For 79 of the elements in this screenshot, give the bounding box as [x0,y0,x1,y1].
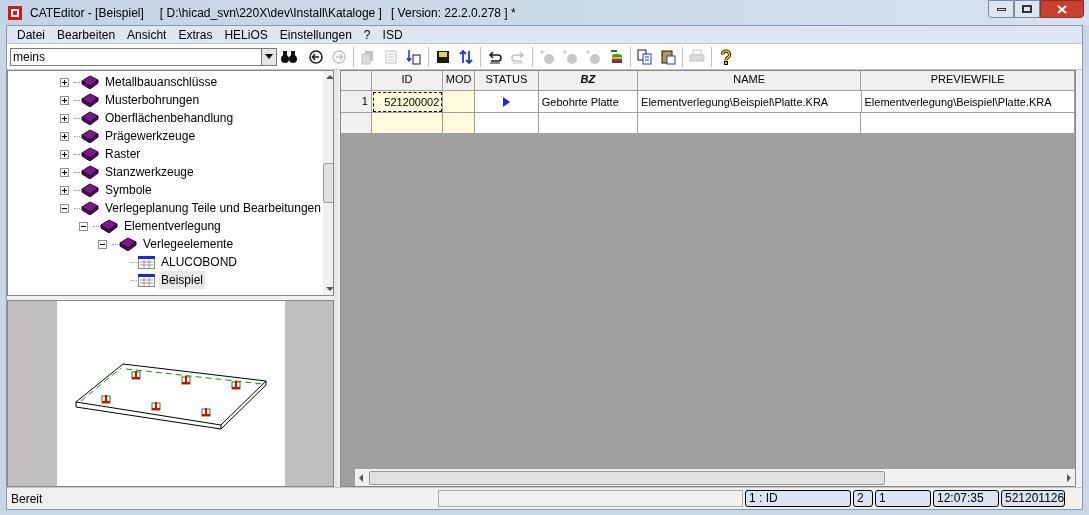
insert-icon [406,48,422,65]
redo-icon [510,48,526,65]
menu-item[interactable]: Einstellungen [273,25,358,44]
collapse-toggle[interactable] [98,239,107,249]
dropdown-button[interactable] [261,47,277,66]
app-logo-icon [8,5,22,20]
status-pane: 1 : ID [745,490,851,507]
tree-item[interactable]: Beispiel [159,271,206,289]
copy-record-icon [360,48,376,65]
expand-toggle[interactable] [60,185,69,195]
back-icon [308,48,324,65]
status-pane: 12:07:35 [933,490,999,507]
db-stack-icon [608,48,624,65]
add-db-icon [562,48,578,65]
expand-toggle[interactable] [60,95,69,105]
print-icon [689,48,705,65]
add-db-icon [585,48,601,65]
table-cell: 521200002 [371,91,444,113]
book-icon [100,219,118,233]
tree-item[interactable]: Metallbauanschlüsse [103,73,220,91]
dropdown-icon [265,54,273,59]
book-icon [81,129,99,143]
minimize-button[interactable] [988,0,1014,18]
book-icon [81,165,99,179]
book-icon [81,183,99,197]
vertical-scrollbar[interactable] [322,71,333,295]
tree-item[interactable]: Prägewerkzeuge [103,127,198,145]
book-icon [81,201,99,215]
expand-toggle[interactable] [60,149,69,159]
book-icon [81,147,99,161]
collapse-toggle[interactable] [60,203,69,213]
row-header[interactable]: 1 [341,91,372,113]
undo-icon [487,48,503,65]
expand-toggle[interactable] [60,113,69,123]
tree-item[interactable]: Raster [103,145,143,163]
tree-item[interactable]: Symbole [103,181,154,199]
catalog-path: [ D:\hicad_svn\220X\dev\Install\Kataloge ] [159,4,382,22]
paste-icon [660,48,676,65]
expand-toggle[interactable] [60,167,69,177]
menu-item[interactable]: ? [357,25,377,44]
document-icon [383,48,399,65]
copy-icon [637,48,653,65]
book-icon [81,75,99,89]
tree-item[interactable]: Verlegeplanung Teile und Bearbeitungen [103,199,323,217]
expand-toggle[interactable] [60,131,69,141]
sort-icon [458,48,474,65]
maximize-button[interactable] [1014,0,1040,18]
forward-icon [331,48,347,65]
book-icon [81,93,99,107]
menu-item[interactable]: Ansicht [121,25,173,44]
window-title: CATEditor - [Beispiel] [30,4,144,22]
add-db-icon [539,48,555,65]
search-field[interactable]: meins [10,47,261,66]
save-icon [435,48,451,65]
menu-item[interactable]: HELiOS [218,25,274,44]
menu-item[interactable]: Extras [172,25,219,44]
status-pane: 1 [875,490,931,507]
tree-item[interactable]: Musterbohrungen [103,91,202,109]
tree-item[interactable]: Oberflächenbehandlung [103,109,236,127]
book-icon [119,237,137,251]
help-icon [718,48,734,65]
tree-item[interactable]: Verlegeelemente [141,235,236,253]
collapse-toggle[interactable] [79,221,88,231]
horizontal-scrollbar[interactable] [355,469,1075,486]
tree-item[interactable]: Stanzwerkzeuge [103,163,196,181]
version-label: [ Version: 22.2.0.278 ] * [390,4,516,22]
close-icon [1057,4,1067,14]
menu-item[interactable]: Datei [11,25,51,44]
status-message: Bereit [11,490,44,508]
binoculars-icon [281,49,297,64]
tree-item[interactable]: Elementverlegung [122,217,223,235]
expand-toggle[interactable] [60,77,69,87]
book-icon [81,111,99,125]
menu-item[interactable]: ISD [376,25,409,44]
close-button[interactable] [1040,0,1084,18]
status-pane: 521201126 [1001,490,1065,507]
menu-item[interactable]: Bearbeiten [51,25,122,44]
status-pane: 2 [853,490,873,507]
tree-item[interactable]: ALUCOBOND [159,253,239,271]
